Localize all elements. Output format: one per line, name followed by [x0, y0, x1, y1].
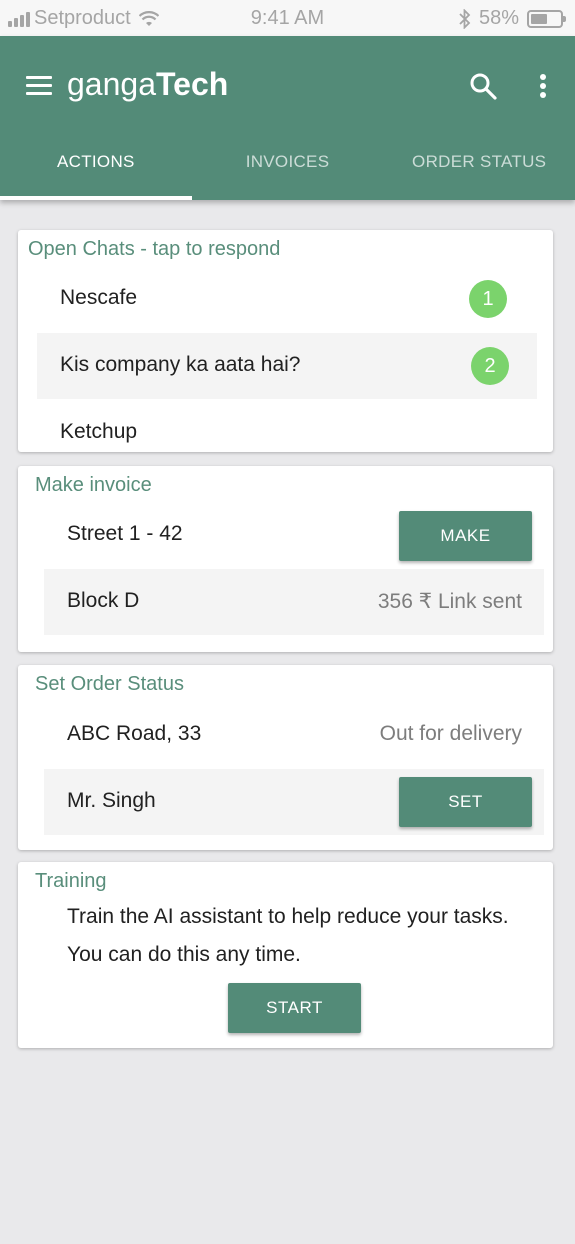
make-invoice-button[interactable]: MAKE [399, 511, 532, 561]
invoice-row: Street 1 - 42 MAKE [44, 502, 544, 568]
order-row: ABC Road, 33 Out for delivery [44, 702, 544, 768]
training-title: Training [35, 870, 107, 892]
battery-percent: 58% [478, 7, 519, 29]
chat-label: Ketchup [60, 420, 138, 443]
invoice-address: Block D [67, 589, 140, 612]
invoice-row: Block D 356 ₹ Link sent [44, 569, 544, 635]
order-status-value: Out for delivery [379, 722, 522, 745]
app-title: gangaTech [67, 66, 228, 103]
chat-item[interactable]: Ketchup [37, 400, 537, 452]
order-status-title: Set Order Status [35, 673, 184, 695]
training-description: Train the AI assistant to help reduce yo… [67, 905, 509, 966]
open-chats-title: Open Chats - tap to respond [28, 238, 281, 260]
tab-order-status[interactable]: ORDER STATUS [383, 136, 575, 200]
tab-bar: ACTIONS INVOICES ORDER STATUS [0, 136, 575, 200]
make-invoice-card: Make invoice Street 1 - 42 MAKE Block D … [18, 466, 553, 652]
invoice-status: 356 ₹ Link sent [377, 590, 522, 613]
invoice-address: Street 1 - 42 [67, 522, 183, 545]
order-row: Mr. Singh SET [44, 769, 544, 835]
menu-icon[interactable] [26, 76, 52, 96]
order-address: ABC Road, 33 [67, 722, 202, 745]
battery-icon [527, 9, 566, 28]
order-status-card: Set Order Status ABC Road, 33 Out for de… [18, 665, 553, 850]
unread-badge[interactable]: 2 [471, 347, 509, 385]
training-card: Training Train the AI assistant to help … [18, 862, 553, 1048]
unread-badge[interactable]: 1 [469, 280, 507, 318]
bluetooth-icon [459, 8, 471, 29]
set-status-button[interactable]: SET [399, 777, 532, 827]
app-bar: gangaTech ACTIONS INVOICES ORDER STATUS [0, 36, 575, 200]
make-invoice-title: Make invoice [35, 474, 152, 496]
more-vert-icon[interactable] [540, 74, 548, 100]
chat-label: Nescafe [60, 286, 138, 309]
start-training-button[interactable]: START [228, 983, 361, 1033]
chat-label: Kis company ka aata hai? [60, 353, 301, 376]
search-icon[interactable] [469, 72, 497, 100]
order-customer: Mr. Singh [67, 789, 156, 812]
open-chats-card: Open Chats - tap to respond Nescafe 1 Ki… [18, 230, 553, 452]
chat-item[interactable]: Kis company ka aata hai? 2 [37, 333, 537, 399]
status-bar: Setproduct 9:41 AM 58% [0, 0, 575, 36]
tab-actions[interactable]: ACTIONS [0, 136, 192, 200]
chat-item[interactable]: Nescafe 1 [37, 266, 537, 332]
tab-invoices[interactable]: INVOICES [192, 136, 384, 200]
battery-level [531, 13, 548, 24]
app-title-light: ganga [67, 66, 156, 102]
app-title-bold: Tech [155, 66, 229, 102]
